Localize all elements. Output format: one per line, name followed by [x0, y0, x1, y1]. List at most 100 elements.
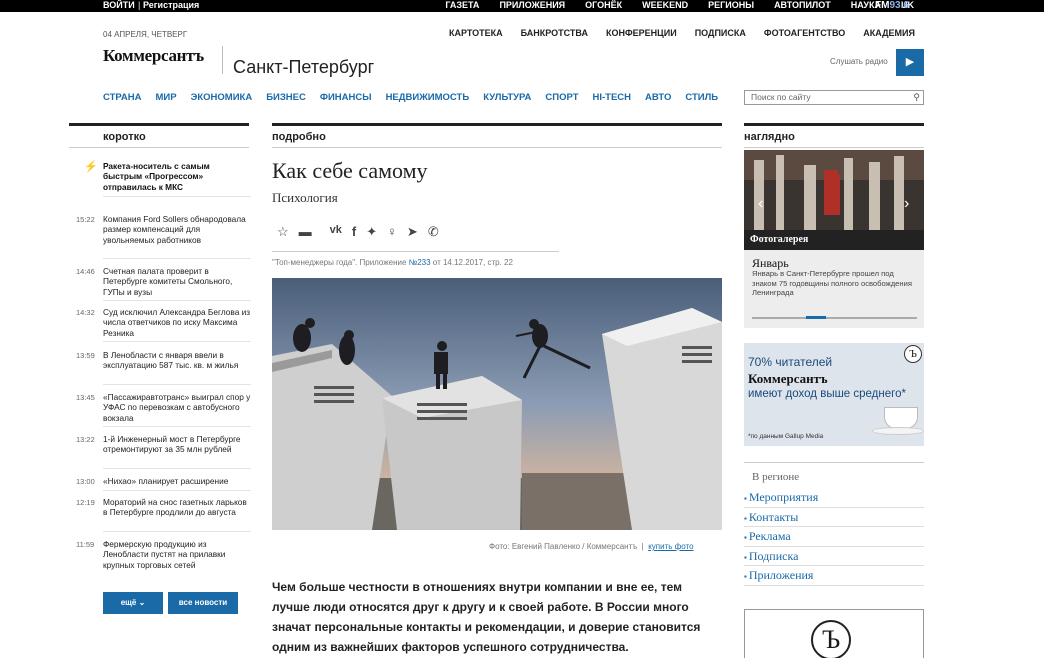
news-item[interactable]: Счетная палата проверит в Петербурге ком…: [103, 266, 251, 297]
news-time: 13:00: [76, 477, 95, 486]
region-link-events[interactable]: Мероприятия: [744, 488, 924, 508]
issue-link[interactable]: №233: [409, 258, 431, 267]
secondary-nav-photo-agency[interactable]: ФОТОАГЕНТСТВО: [764, 28, 845, 38]
photo-caption: Фото: Евгений Павленко / Коммерсантъ | к…: [489, 542, 694, 551]
secondary-nav-subscription[interactable]: ПОДПИСКА: [695, 28, 746, 38]
search-icon[interactable]: ⚲: [913, 91, 920, 104]
more-news-button[interactable]: ещё ⌄: [103, 592, 163, 614]
facebook-icon[interactable]: f: [352, 224, 356, 240]
news-item[interactable]: Компания Ford Sollers обнародовала разме…: [103, 214, 251, 245]
top-nav-ogonek[interactable]: ОГОНЁК: [585, 0, 622, 11]
column-heading-detail: подробно: [272, 131, 326, 143]
divider: [103, 531, 251, 532]
secondary-nav-academy[interactable]: АКАДЕМИЯ: [863, 28, 915, 38]
nav-realty[interactable]: НЕДВИЖИМОСТЬ: [386, 92, 470, 103]
telegram-icon[interactable]: ➤: [407, 224, 418, 240]
ad-banner-bottom[interactable]: Ъ: [744, 609, 924, 658]
share-bar: ☆ ▬ vk f ✦ ♀ ➤ ✆: [277, 224, 449, 240]
radio-fm-link[interactable]: FM93.6: [875, 0, 909, 11]
gallery-slider-thumb[interactable]: [806, 316, 826, 319]
buy-photo-link[interactable]: купить фото: [648, 542, 693, 551]
column-rule-center: [272, 123, 722, 126]
news-item[interactable]: «Пассажиравтотранс» выиграл спор у УФАС …: [103, 392, 251, 423]
news-time: 13:45: [76, 393, 95, 402]
article-rubric[interactable]: Психология: [272, 190, 338, 206]
search-placeholder: Поиск по сайту: [751, 92, 811, 102]
nav-business[interactable]: БИЗНЕС: [266, 92, 306, 103]
region-links: Мероприятия Контакты Реклама Подписка Пр…: [744, 488, 924, 586]
play-radio-button[interactable]: ▶: [896, 49, 924, 76]
ad-banner[interactable]: 70% читателей Коммерсантъ имеют доход вы…: [744, 343, 924, 446]
top-nav-gazeta[interactable]: ГАЗЕТА: [445, 0, 479, 11]
top-nav-autopilot[interactable]: АВТОПИЛОТ: [774, 0, 831, 11]
search-input[interactable]: Поиск по сайту ⚲: [744, 90, 924, 105]
news-time: 14:46: [76, 267, 95, 276]
region-link-contacts[interactable]: Контакты: [744, 508, 924, 528]
divider: [272, 147, 722, 148]
logo-divider: [222, 46, 223, 74]
nav-sport[interactable]: СПОРТ: [545, 92, 578, 103]
news-item[interactable]: В Ленобласти с января ввели в эксплуатац…: [103, 350, 251, 371]
divider: |: [138, 0, 141, 10]
news-time: 15:22: [76, 215, 95, 224]
nav-style[interactable]: СТИЛЬ: [685, 92, 718, 103]
odnoklassniki-icon[interactable]: ♀: [387, 224, 397, 240]
nav-hitech[interactable]: HI-TECH: [593, 92, 632, 103]
top-nav-regions[interactable]: РЕГИОНЫ: [708, 0, 754, 11]
secondary-nav-bankruptcy[interactable]: БАНКРОТСТВА: [521, 28, 588, 38]
news-item-headline[interactable]: Ракета-носитель с самым быстрым «Прогрес…: [103, 161, 251, 192]
divider: [744, 147, 924, 148]
register-link[interactable]: Регистрация: [143, 0, 199, 11]
region-link-apps[interactable]: Приложения: [744, 566, 924, 586]
news-time: 13:22: [76, 435, 95, 444]
divider: [744, 462, 924, 463]
gallery-slider[interactable]: [752, 316, 917, 319]
twitter-icon[interactable]: ✦: [366, 224, 377, 240]
nav-world[interactable]: МИР: [156, 92, 177, 103]
comment-icon[interactable]: ▬: [299, 224, 312, 240]
news-time: 11:59: [76, 540, 95, 549]
bookmark-icon[interactable]: ☆: [277, 224, 289, 240]
secondary-nav-kartoteka[interactable]: КАРТОТЕКА: [449, 28, 503, 38]
fm-frequency: 93.6: [889, 0, 909, 11]
region-link-subscription[interactable]: Подписка: [744, 547, 924, 567]
secondary-nav: КАРТОТЕКА БАНКРОТСТВА КОНФЕРЕНЦИИ ПОДПИС…: [449, 28, 933, 38]
saucer-icon: [872, 427, 924, 435]
ad-footnote: *по данным Gallup Media: [748, 433, 824, 440]
article-photo[interactable]: [272, 278, 722, 530]
nav-economy[interactable]: ЭКОНОМИКА: [191, 92, 253, 103]
region-title[interactable]: Санкт-Петербург: [233, 57, 374, 78]
nav-finance[interactable]: ФИНАНСЫ: [320, 92, 372, 103]
kommersant-emblem-icon: Ъ: [904, 345, 922, 363]
source-prefix: "Топ-менеджеры года". Приложение: [272, 258, 409, 267]
divider: [103, 300, 251, 301]
news-item[interactable]: 1-й Инженерный мост в Петербурге отремон…: [103, 434, 251, 455]
nav-culture[interactable]: КУЛЬТУРА: [483, 92, 531, 103]
login-link[interactable]: ВОЙТИ: [103, 0, 135, 11]
divider: [69, 147, 249, 148]
news-item[interactable]: Суд исключил Александра Беглова из числа…: [103, 307, 251, 338]
kommersant-emblem-icon: Ъ: [811, 620, 851, 658]
top-nav-weekend[interactable]: WEEKEND: [642, 0, 688, 11]
region-heading: В регионе: [752, 471, 800, 483]
column-heading-visual: наглядно: [744, 131, 795, 143]
top-bar: ВОЙТИ | Регистрация ГАЗЕТА ПРИЛОЖЕНИЯ ОГ…: [0, 0, 1044, 12]
top-nav-apps[interactable]: ПРИЛОЖЕНИЯ: [499, 0, 565, 11]
nav-country[interactable]: СТРАНА: [103, 92, 142, 103]
gallery-label: Фотогалерея: [750, 234, 809, 245]
news-item[interactable]: «Нихао» планирует расширение: [103, 476, 251, 486]
photo-gallery[interactable]: ‹ › Фотогалерея Январь Январь в Санкт-Пе…: [744, 150, 924, 328]
whatsapp-icon[interactable]: ✆: [428, 224, 439, 240]
news-time: 14:32: [76, 308, 95, 317]
vk-icon[interactable]: vk: [330, 224, 342, 240]
all-news-button[interactable]: все новости: [168, 592, 238, 614]
photo-credit: Фото: Евгений Павленко / Коммерсантъ: [489, 542, 638, 551]
prev-icon: ‹: [758, 195, 763, 212]
region-link-ads[interactable]: Реклама: [744, 527, 924, 547]
nav-auto[interactable]: АВТО: [645, 92, 671, 103]
news-item[interactable]: Фермерскую продукцию из Ленобласти пустя…: [103, 539, 251, 570]
news-item[interactable]: Мораторий на снос газетных ларьков в Пет…: [103, 497, 251, 518]
secondary-nav-conferences[interactable]: КОНФЕРЕНЦИИ: [606, 28, 677, 38]
site-logo[interactable]: Коммерсантъ: [103, 46, 204, 66]
divider: [103, 468, 251, 469]
